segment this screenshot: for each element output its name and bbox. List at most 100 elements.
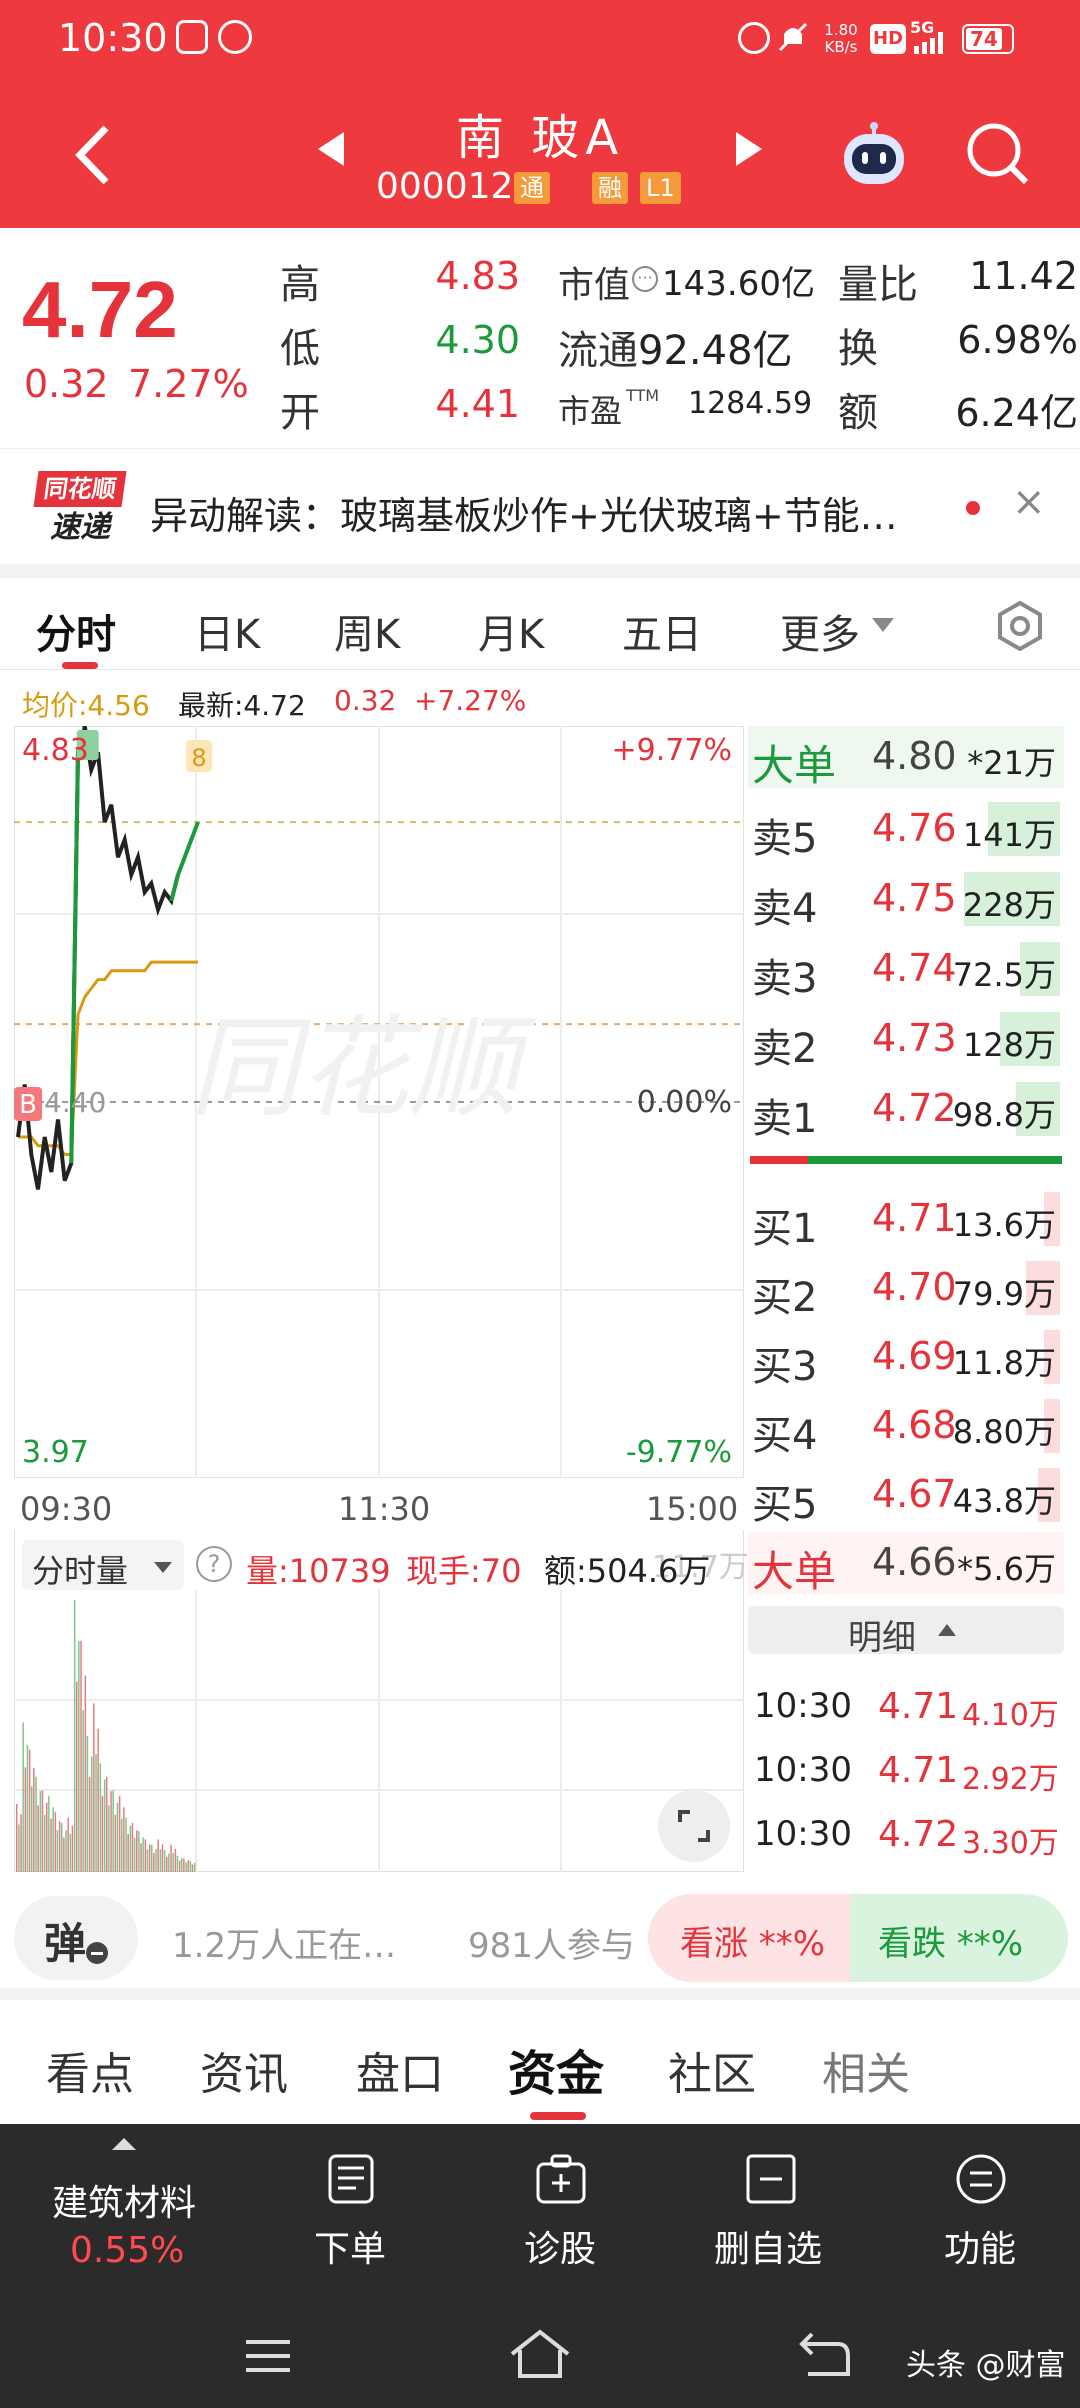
volume-bar: [33, 1768, 35, 1872]
function-button[interactable]: 功能: [920, 2124, 1040, 2300]
detail-toggle[interactable]: 明细: [748, 1606, 1064, 1658]
help-icon[interactable]: ?: [196, 1546, 232, 1582]
high-label: 高: [280, 262, 320, 308]
chevron-up-icon: [938, 1624, 956, 1636]
bid-row[interactable]: 买1 4.71 13.6万: [748, 1186, 1064, 1254]
volume-bar: [63, 1837, 65, 1872]
tab-intraday[interactable]: 分时: [36, 602, 116, 660]
prev-stock-arrow[interactable]: [318, 132, 344, 166]
tab-funds[interactable]: 资金: [508, 2034, 604, 2104]
search-icon: [967, 123, 1029, 185]
tick-volume: 4.10万: [962, 1698, 1059, 1733]
big-sell-row[interactable]: 大单 4.80 *21万: [748, 726, 1064, 790]
bid-price: 4.70: [872, 1265, 957, 1309]
buy-marker-label: B: [19, 1090, 37, 1120]
tab-related[interactable]: 相关: [822, 2038, 910, 2102]
volume-bar: [138, 1831, 140, 1872]
tab-daily-k[interactable]: 日K: [194, 602, 260, 660]
ask-row[interactable]: 卖5 4.76 141万: [748, 796, 1064, 864]
volume-bar: [114, 1814, 117, 1872]
expand-button[interactable]: [658, 1790, 730, 1862]
danmu-button[interactable]: 弹: [14, 1896, 138, 1980]
diagnose-button[interactable]: 诊股: [500, 2124, 620, 2300]
ask-volume: 141万: [962, 816, 1056, 854]
tag-level: L1: [640, 172, 681, 204]
bid-row[interactable]: 买4 4.68 8.80万: [748, 1393, 1064, 1461]
info-icon[interactable]: ···: [632, 266, 658, 292]
volume-bar: [18, 1824, 20, 1872]
volume-bar: [80, 1640, 82, 1872]
tick-list: 10:30 4.71 4.10万 10:30 4.71 2.92万 10:30 4.72 3.3…: [748, 1660, 1064, 1876]
tab-highlights[interactable]: 看点: [46, 2038, 134, 2102]
bearish-button[interactable]: 看跌 **%: [850, 1894, 1068, 1982]
minus-box-icon: [746, 2154, 796, 2204]
price-change-pct: 7.27%: [128, 362, 249, 406]
ask-volume: 228万: [962, 886, 1056, 924]
tab-monthly-k[interactable]: 月K: [478, 602, 544, 660]
time-label-open: 09:30: [20, 1490, 113, 1528]
volume-bar: [191, 1864, 194, 1872]
bid-row[interactable]: 买5 4.67 43.8万: [748, 1462, 1064, 1530]
volume-bar: [103, 1779, 106, 1872]
ask-volume: 72.5万: [952, 956, 1056, 994]
avg-price-label: 均价:4.56: [22, 689, 150, 722]
bid-row[interactable]: 买2 4.70 79.9万: [748, 1255, 1064, 1323]
bullish-button[interactable]: 看涨 **%: [648, 1894, 858, 1982]
ask-row[interactable]: 卖1 4.72 98.8万: [748, 1076, 1064, 1144]
pct-max-label: +9.77%: [612, 733, 732, 768]
header: 10:30 1.80 KB/s HD 5G 74 南 玻A 000012 通 融…: [0, 0, 1080, 228]
low-label: 低: [280, 326, 320, 372]
latest-change: 0.32: [334, 684, 397, 717]
tab-market[interactable]: 盘口: [356, 2038, 444, 2102]
search-button[interactable]: [964, 120, 1030, 186]
latest-pct: +7.27%: [414, 684, 527, 717]
ask-row[interactable]: 卖4 4.75 228万: [748, 866, 1064, 934]
tab-more[interactable]: 更多: [780, 602, 860, 660]
volume-bar: [112, 1790, 114, 1872]
ask-row[interactable]: 卖3 4.74 72.5万: [748, 936, 1064, 1004]
tab-five-day[interactable]: 五日: [622, 602, 702, 660]
volume-bar: [69, 1833, 72, 1872]
bottom-tabs: 看点 资讯 盘口 资金 社区 相关: [0, 2000, 1080, 2124]
settings-button[interactable]: [994, 600, 1046, 652]
price-series: [16, 752, 80, 1190]
volume-bar: [101, 1795, 104, 1872]
recent-apps-icon[interactable]: [244, 2336, 292, 2376]
bid-row[interactable]: 买3 4.69 11.8万: [748, 1324, 1064, 1392]
volume-bar: [159, 1849, 162, 1872]
big-buy-row[interactable]: 大单 4.66 *5.6万: [748, 1532, 1064, 1596]
hd-icon: HD: [870, 24, 907, 54]
volume-bar: [178, 1860, 181, 1872]
diagnose-icon: [536, 2154, 586, 2204]
anomaly-bar[interactable]: 同花顺 速递 异动解读：玻璃基板炒作+光伏玻璃+节能… ×: [0, 448, 1080, 564]
volume-bar: [170, 1844, 172, 1872]
tab-weekly-k[interactable]: 周K: [334, 602, 400, 660]
big-sell-price: 4.80: [872, 734, 957, 778]
volume-bar: [121, 1818, 123, 1872]
order-button[interactable]: 下单: [290, 2124, 410, 2300]
volume-bar: [95, 1754, 97, 1872]
bid-volume: 79.9万: [952, 1275, 1056, 1313]
next-stock-arrow[interactable]: [736, 132, 762, 166]
volume-bar: [144, 1839, 147, 1872]
pct-mid-label: 0.00%: [637, 1085, 732, 1120]
back-nav-icon[interactable]: [798, 2330, 852, 2378]
tab-news[interactable]: 资讯: [200, 2038, 288, 2102]
home-icon[interactable]: [508, 2328, 572, 2380]
price-series: [169, 821, 200, 902]
volume-selector[interactable]: 分时量: [22, 1540, 184, 1590]
tab-community[interactable]: 社区: [668, 2038, 756, 2102]
volume-bars: [14, 1590, 744, 1872]
close-button[interactable]: ×: [1012, 479, 1046, 525]
back-button[interactable]: [66, 120, 126, 190]
chevron-left-icon: [75, 125, 109, 185]
bid-price: 4.67: [872, 1472, 957, 1516]
sector-button[interactable]: 建筑材料 0.55%: [20, 2124, 228, 2300]
ask-row[interactable]: 卖2 4.73 128万: [748, 1006, 1064, 1074]
remove-watchlist-button[interactable]: 删自选: [700, 2124, 840, 2300]
tick-price: 4.72: [878, 1814, 959, 1855]
volume-bar: [181, 1858, 183, 1872]
status-time: 10:30: [58, 16, 168, 60]
robot-assistant-button[interactable]: [836, 122, 912, 190]
big-sell-label: 大单: [752, 741, 837, 790]
